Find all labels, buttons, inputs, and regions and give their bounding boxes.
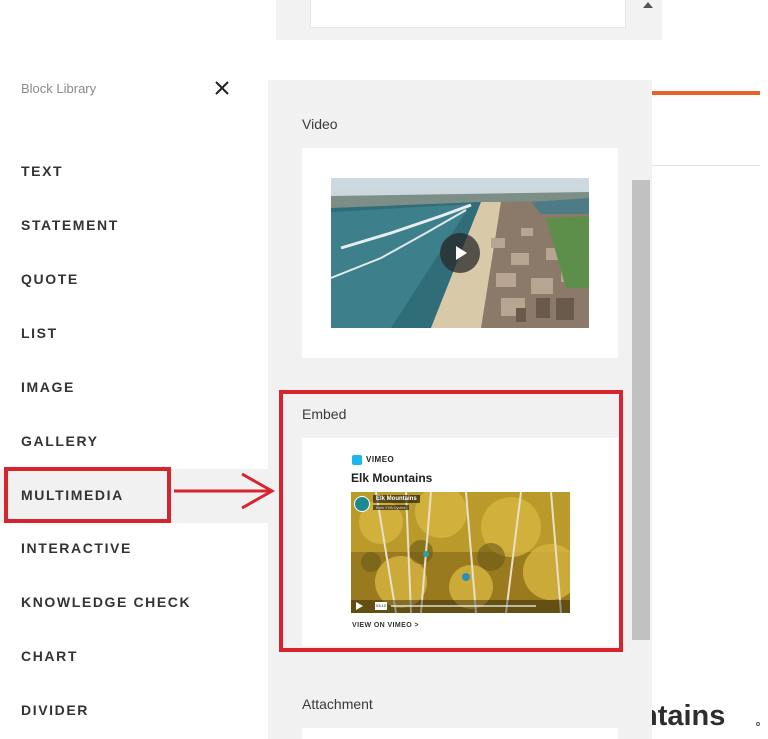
block-library-sidebar: Block Library TEXT STATEMENT QUOTE LIST … xyxy=(0,40,268,739)
sidebar-item-label: KNOWLEDGE CHECK xyxy=(21,594,192,610)
sidebar-item-label: QUOTE xyxy=(21,271,79,287)
background-heading: ntains xyxy=(652,700,726,732)
attachment-block-card[interactable] xyxy=(302,728,618,739)
multimedia-highlight-box xyxy=(4,467,171,523)
sidebar-item-image[interactable]: IMAGE xyxy=(0,363,268,413)
settings-icon[interactable] xyxy=(756,722,760,726)
sidebar-item-list[interactable]: LIST xyxy=(0,309,268,359)
background-block-inner xyxy=(310,0,626,28)
scroll-up-icon[interactable] xyxy=(643,2,653,8)
sidebar-item-chart[interactable]: CHART xyxy=(0,632,268,682)
sidebar-item-knowledge-check[interactable]: KNOWLEDGE CHECK xyxy=(0,578,268,628)
sidebar-item-label: CHART xyxy=(21,648,78,664)
close-icon[interactable] xyxy=(212,78,232,98)
background-heading-clip: ntains xyxy=(652,690,742,739)
sidebar-item-statement[interactable]: STATEMENT xyxy=(0,201,268,251)
arrow-right-icon xyxy=(172,470,278,516)
sidebar-item-label: DIVIDER xyxy=(21,702,89,718)
card-label-attachment: Attachment xyxy=(302,696,373,712)
sidebar-item-label: LIST xyxy=(21,325,58,341)
sidebar-item-label: STATEMENT xyxy=(21,217,119,233)
sidebar-item-label: GALLERY xyxy=(21,433,99,449)
sidebar-item-label: IMAGE xyxy=(21,379,75,395)
card-label-video: Video xyxy=(302,116,338,132)
play-icon[interactable] xyxy=(440,233,480,273)
divider-line xyxy=(652,165,760,166)
sidebar-item-label: TEXT xyxy=(21,163,64,179)
sidebar-title: Block Library xyxy=(21,81,97,96)
sidebar-item-gallery[interactable]: GALLERY xyxy=(0,417,268,467)
sidebar-item-quote[interactable]: QUOTE xyxy=(0,255,268,305)
sidebar-item-interactive[interactable]: INTERACTIVE xyxy=(0,524,268,574)
scrollbar-thumb[interactable] xyxy=(632,180,650,640)
sidebar-item-text[interactable]: TEXT xyxy=(0,147,268,197)
sidebar-item-label: INTERACTIVE xyxy=(21,540,132,556)
embed-highlight-box xyxy=(279,390,623,652)
sidebar-item-divider[interactable]: DIVIDER xyxy=(0,686,268,736)
accent-divider xyxy=(652,91,760,95)
page: ntains Block Library TEXT STATEMENT QUOT… xyxy=(0,0,768,739)
